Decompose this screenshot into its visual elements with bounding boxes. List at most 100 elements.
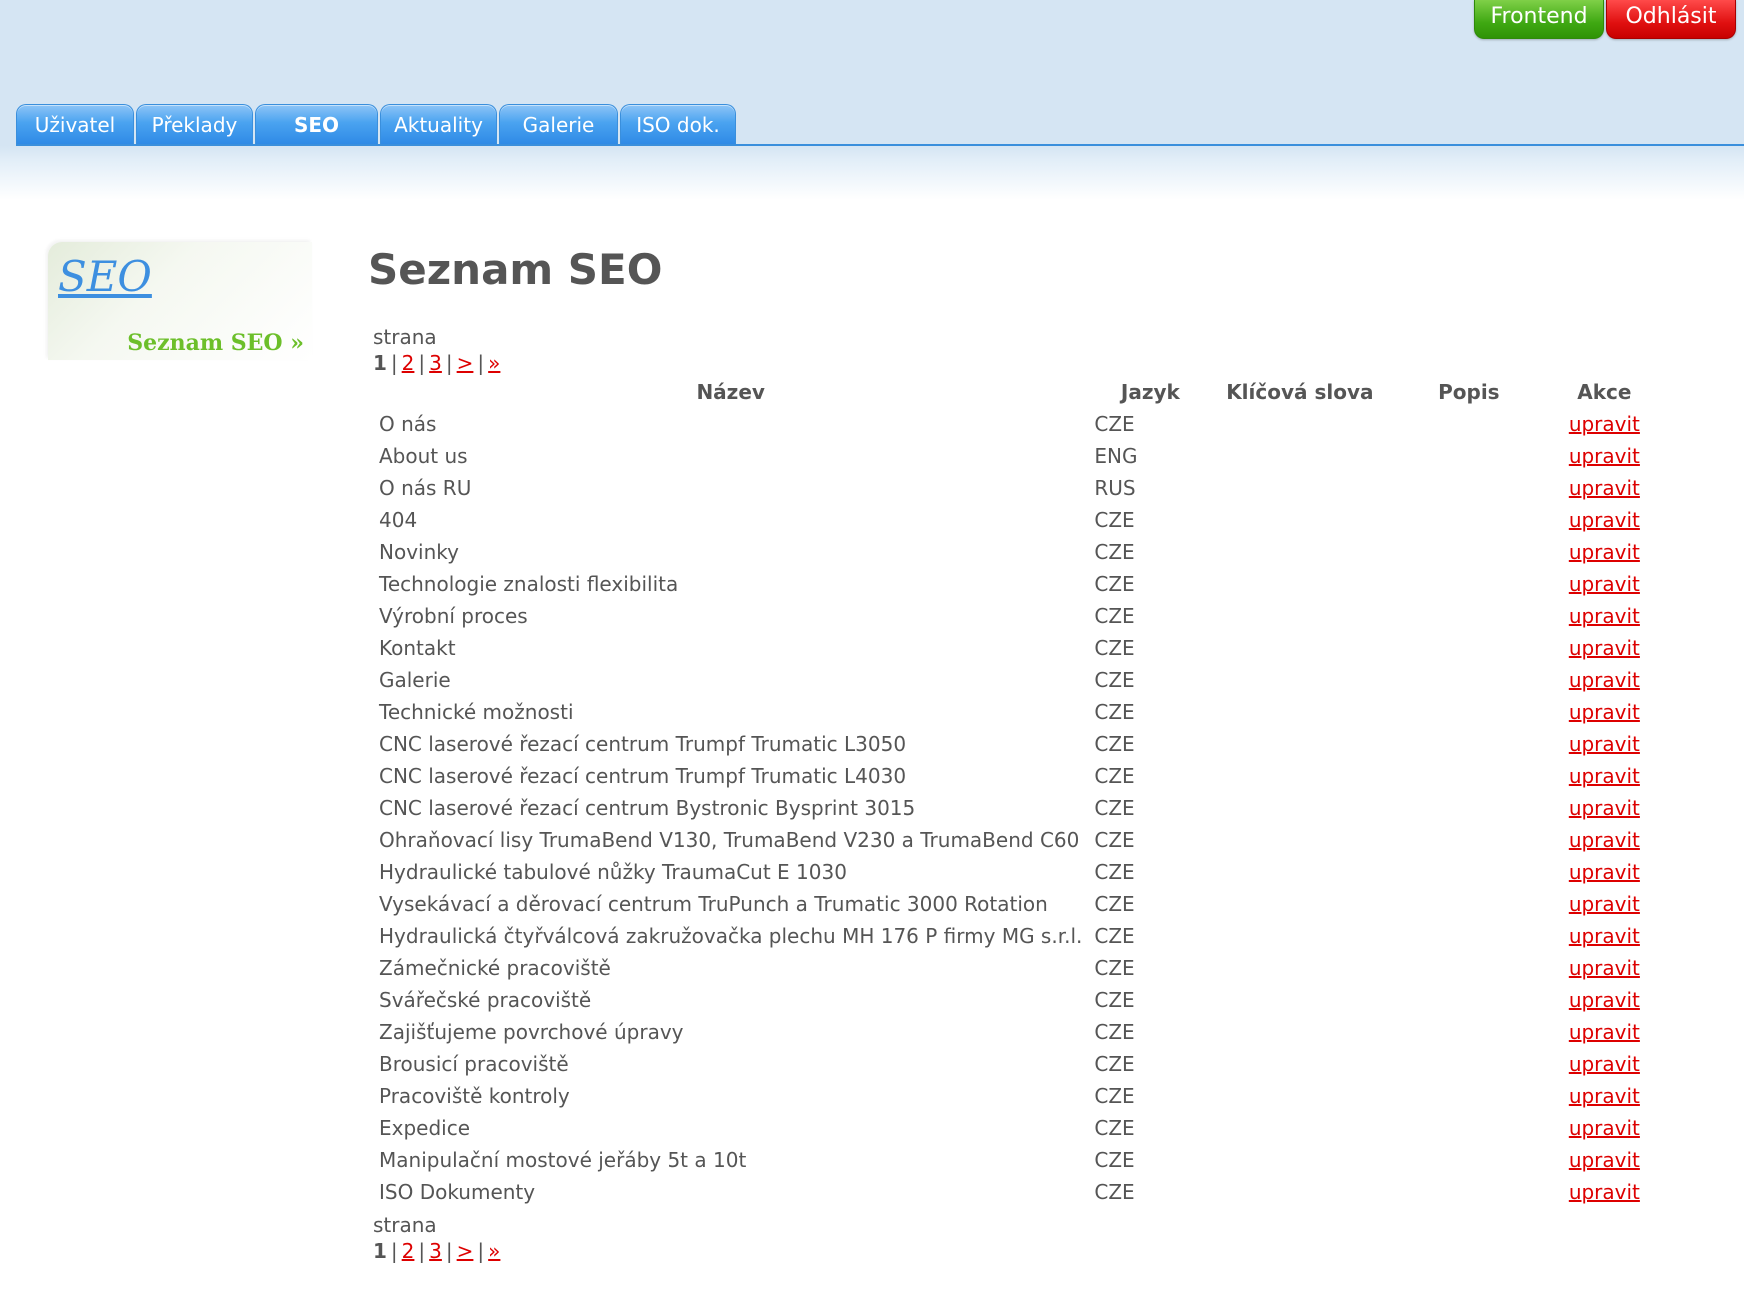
edit-link[interactable]: upravit xyxy=(1569,412,1640,436)
table-row: Vysekávací a děrovací centrum TruPunch a… xyxy=(373,888,1658,920)
cell-klicova-slova xyxy=(1212,760,1387,792)
edit-link[interactable]: upravit xyxy=(1569,636,1640,660)
cell-jazyk: ENG xyxy=(1094,444,1138,468)
edit-link[interactable]: upravit xyxy=(1569,892,1640,916)
tab-underline xyxy=(16,144,1744,146)
table-row: Hydraulická čtyřválcová zakružovačka ple… xyxy=(373,920,1658,952)
edit-link[interactable]: upravit xyxy=(1569,988,1640,1012)
cell-jazyk: RUS xyxy=(1094,476,1136,500)
tab-seo[interactable]: SEO xyxy=(255,104,378,144)
edit-link[interactable]: upravit xyxy=(1569,828,1640,852)
edit-link[interactable]: upravit xyxy=(1569,924,1640,948)
cell-klicova-slova xyxy=(1212,920,1387,952)
cell-nazev: Svářečské pracoviště xyxy=(379,988,592,1012)
pager-next[interactable]: > xyxy=(457,1239,474,1263)
cell-klicova-slova xyxy=(1212,792,1387,824)
cell-nazev: Zámečnické pracoviště xyxy=(379,956,611,980)
table-row: About us ENG upravit xyxy=(373,440,1658,472)
logout-button[interactable]: Odhlásit xyxy=(1606,0,1736,39)
pager-last[interactable]: » xyxy=(488,351,500,375)
pager-page-3[interactable]: 3 xyxy=(429,351,442,375)
page-title: Seznam SEO xyxy=(368,245,663,294)
cell-akce: upravit xyxy=(1550,632,1658,664)
edit-link[interactable]: upravit xyxy=(1569,476,1640,500)
cell-akce: upravit xyxy=(1550,824,1658,856)
cell-klicova-slova xyxy=(1212,568,1387,600)
column-header-nazev: Název xyxy=(696,380,765,404)
table-row: Galerie CZE upravit xyxy=(373,664,1658,696)
tab-aktuality[interactable]: Aktuality xyxy=(380,104,497,144)
edit-link[interactable]: upravit xyxy=(1569,700,1640,724)
edit-link[interactable]: upravit xyxy=(1569,572,1640,596)
sidebar-title-link[interactable]: SEO xyxy=(58,252,152,301)
cell-popis xyxy=(1387,856,1550,888)
edit-link[interactable]: upravit xyxy=(1569,1084,1640,1108)
edit-link[interactable]: upravit xyxy=(1569,1020,1640,1044)
sidebar: SEO Seznam SEO » xyxy=(48,242,312,360)
pager-current-page: 1 xyxy=(373,351,387,375)
table-row: Technické možnosti CZE upravit xyxy=(373,696,1658,728)
edit-link[interactable]: upravit xyxy=(1569,956,1640,980)
frontend-button[interactable]: Frontend xyxy=(1474,0,1604,39)
pager-page-2[interactable]: 2 xyxy=(402,1239,415,1263)
cell-popis xyxy=(1387,1176,1550,1208)
tab-galerie[interactable]: Galerie xyxy=(499,104,618,144)
pager-page-2[interactable]: 2 xyxy=(402,351,415,375)
edit-link[interactable]: upravit xyxy=(1569,668,1640,692)
edit-link[interactable]: upravit xyxy=(1569,1180,1640,1204)
tab-uzivatel[interactable]: Uživatel xyxy=(16,104,134,144)
cell-nazev: 404 xyxy=(379,508,418,532)
cell-akce: upravit xyxy=(1550,472,1658,504)
main-tabs: Uživatel Překlady SEO Aktuality Galerie … xyxy=(16,104,738,144)
table-row: Brousicí pracoviště CZE upravit xyxy=(373,1048,1658,1080)
tab-iso-dok[interactable]: ISO dok. xyxy=(620,104,736,144)
cell-jazyk: CZE xyxy=(1094,700,1135,724)
cell-nazev: ISO Dokumenty xyxy=(379,1180,536,1204)
cell-klicova-slova xyxy=(1212,440,1387,472)
edit-link[interactable]: upravit xyxy=(1569,796,1640,820)
edit-link[interactable]: upravit xyxy=(1569,444,1640,468)
cell-klicova-slova xyxy=(1212,1112,1387,1144)
edit-link[interactable]: upravit xyxy=(1569,508,1640,532)
edit-link[interactable]: upravit xyxy=(1569,1148,1640,1172)
edit-link[interactable]: upravit xyxy=(1569,732,1640,756)
cell-akce: upravit xyxy=(1550,600,1658,632)
cell-akce: upravit xyxy=(1550,728,1658,760)
cell-akce: upravit xyxy=(1550,952,1658,984)
table-row: Svářečské pracoviště CZE upravit xyxy=(373,984,1658,1016)
cell-popis xyxy=(1387,792,1550,824)
pager-last[interactable]: » xyxy=(488,1239,500,1263)
cell-nazev: Výrobní proces xyxy=(379,604,528,628)
edit-link[interactable]: upravit xyxy=(1569,540,1640,564)
cell-klicova-slova xyxy=(1212,1176,1387,1208)
cell-nazev: CNC laserové řezací centrum Trumpf Truma… xyxy=(379,764,907,788)
table-row: Kontakt CZE upravit xyxy=(373,632,1658,664)
table-row: Novinky CZE upravit xyxy=(373,536,1658,568)
cell-nazev: Vysekávací a děrovací centrum TruPunch a… xyxy=(379,892,1048,916)
edit-link[interactable]: upravit xyxy=(1569,764,1640,788)
cell-klicova-slova xyxy=(1212,696,1387,728)
table-row: Zámečnické pracoviště CZE upravit xyxy=(373,952,1658,984)
edit-link[interactable]: upravit xyxy=(1569,1052,1640,1076)
edit-link[interactable]: upravit xyxy=(1569,860,1640,884)
cell-nazev: Pracoviště kontroly xyxy=(379,1084,570,1108)
sidebar-item-seznam-seo[interactable]: Seznam SEO » xyxy=(127,330,304,356)
cell-popis xyxy=(1387,568,1550,600)
edit-link[interactable]: upravit xyxy=(1569,604,1640,628)
cell-popis xyxy=(1387,536,1550,568)
table-row: Hydraulické tabulové nůžky TraumaCut E 1… xyxy=(373,856,1658,888)
pager-page-3[interactable]: 3 xyxy=(429,1239,442,1263)
edit-link[interactable]: upravit xyxy=(1569,1116,1640,1140)
pager-current-page: 1 xyxy=(373,1239,387,1263)
cell-nazev: About us xyxy=(379,444,468,468)
table-row: ISO Dokumenty CZE upravit xyxy=(373,1176,1658,1208)
tab-preklady[interactable]: Překlady xyxy=(136,104,253,144)
cell-klicova-slova xyxy=(1212,1016,1387,1048)
pager-top: strana 1 | 2 | 3 | > |» xyxy=(373,324,1678,376)
cell-popis xyxy=(1387,728,1550,760)
cell-jazyk: CZE xyxy=(1094,924,1135,948)
pager-label: strana xyxy=(373,325,437,349)
cell-akce: upravit xyxy=(1550,920,1658,952)
cell-jazyk: CZE xyxy=(1094,796,1135,820)
pager-next[interactable]: > xyxy=(457,351,474,375)
